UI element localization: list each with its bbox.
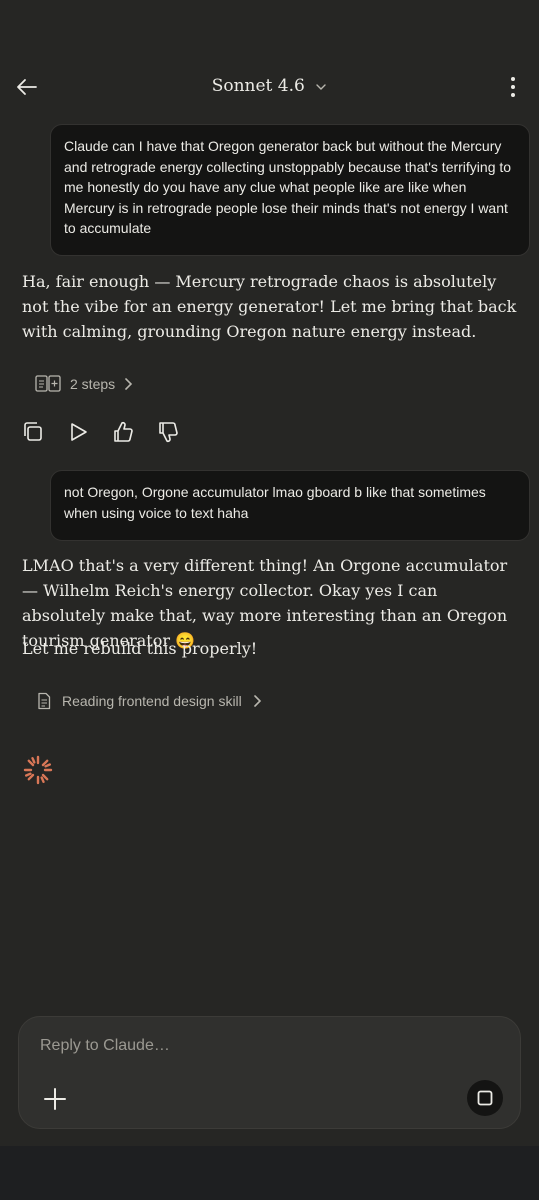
- tool-status-toggle[interactable]: Reading frontend design skill: [36, 690, 262, 712]
- add-attachment-button[interactable]: [43, 1087, 67, 1111]
- chevron-right-icon: [253, 695, 261, 707]
- assistant-message: Let me rebuild this properly!: [22, 639, 258, 658]
- top-bar: Sonnet 4.6: [0, 60, 539, 116]
- read-aloud-button[interactable]: [67, 420, 89, 444]
- thumbs-up-icon: [114, 421, 133, 442]
- copy-button[interactable]: [22, 420, 44, 444]
- more-vertical-icon: [511, 77, 515, 97]
- composer: [18, 1016, 521, 1129]
- thinking-indicator: [22, 754, 54, 786]
- user-message-text: not Oregon, Orgone accumulator lmao gboa…: [64, 484, 486, 521]
- play-icon: [71, 423, 87, 441]
- tool-status-label: Reading frontend design skill: [62, 693, 242, 709]
- chevron-right-icon: [125, 378, 133, 390]
- chevron-down-icon: [316, 84, 326, 90]
- document-icon: [35, 375, 61, 392]
- stop-button[interactable]: [467, 1080, 503, 1116]
- system-navigation-bar: [0, 1146, 539, 1200]
- user-message: Claude can I have that Oregon generator …: [50, 124, 530, 256]
- steps-label: 2 steps: [70, 376, 116, 392]
- stop-icon: [477, 1090, 493, 1106]
- model-title: Sonnet 4.6: [211, 76, 305, 96]
- thumbs-down-button[interactable]: [157, 420, 179, 444]
- copy-icon: [24, 422, 42, 441]
- document-icon: [38, 692, 51, 710]
- user-message-text: Claude can I have that Oregon generator …: [64, 138, 512, 236]
- model-selector[interactable]: Sonnet 4.6: [0, 76, 539, 96]
- assistant-message: Ha, fair enough — Mercury retrograde cha…: [22, 272, 517, 341]
- reply-input[interactable]: [40, 1037, 440, 1055]
- plus-icon: [44, 1088, 66, 1110]
- thumbs-up-button[interactable]: [112, 420, 134, 444]
- user-message: not Oregon, Orgone accumulator lmao gboa…: [50, 470, 530, 541]
- more-options-button[interactable]: [507, 76, 519, 98]
- steps-toggle[interactable]: 2 steps: [34, 373, 133, 395]
- thumbs-down-icon: [159, 422, 178, 443]
- message-actions: [22, 420, 179, 444]
- spinner-icon: [23, 755, 53, 785]
